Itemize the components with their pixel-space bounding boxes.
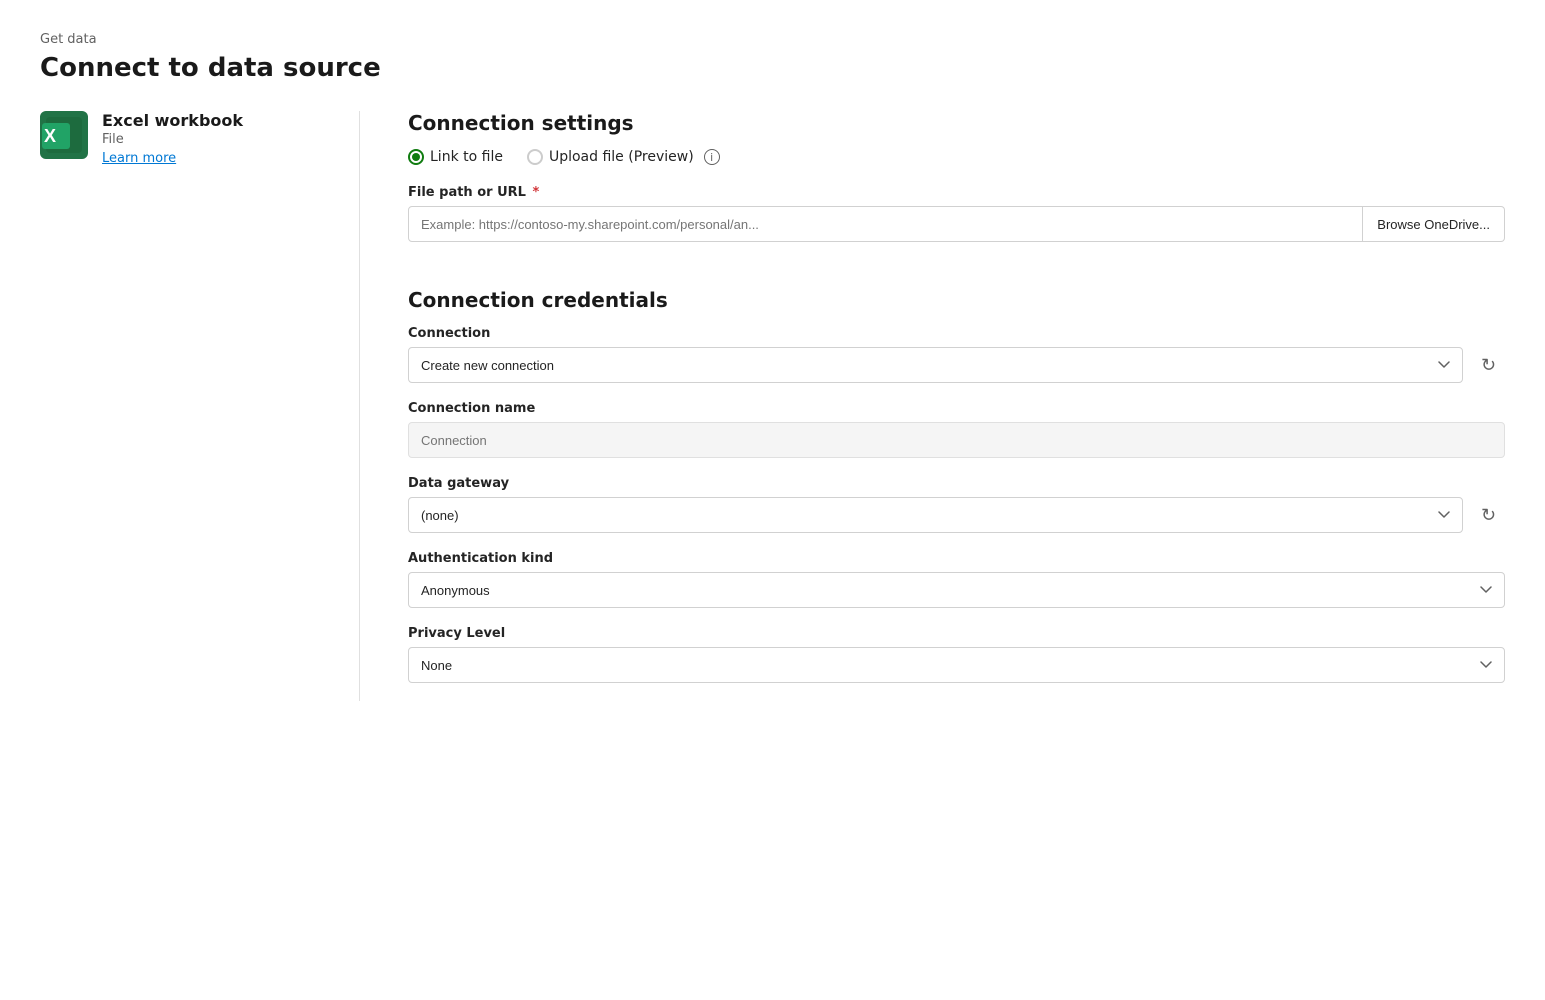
connector-details: Excel workbook File Learn more [102,111,243,166]
file-path-input-row: Browse OneDrive... [408,206,1505,242]
browse-onedrive-button[interactable]: Browse OneDrive... [1363,206,1505,242]
right-panel: Connection settings Link to file Upload … [360,111,1505,701]
connection-label: Connection [408,326,1505,341]
breadcrumb: Get data [40,32,1505,47]
radio-link-icon [408,149,424,165]
left-panel: X X Excel workbook File Learn more [40,111,360,701]
upload-info-icon[interactable]: i [704,149,720,165]
radio-link-to-file[interactable]: Link to file [408,149,503,165]
connection-field-group: Connection Create new connection ↺ [408,326,1505,383]
connector-info: X X Excel workbook File Learn more [40,111,319,166]
radio-upload-file[interactable]: Upload file (Preview) i [527,149,720,165]
page-title: Connect to data source [40,53,1505,83]
auth-kind-label: Authentication kind [408,551,1505,566]
connection-name-field-group: Connection name [408,401,1505,458]
data-gateway-field-group: Data gateway (none) ↺ [408,476,1505,533]
connection-name-label: Connection name [408,401,1505,416]
excel-icon: X X [40,111,88,159]
connection-dropdown-row: Create new connection ↺ [408,347,1505,383]
connection-settings-section: Connection settings Link to file Upload … [408,111,1505,260]
radio-upload-label: Upload file (Preview) [549,149,694,165]
refresh-icon-2: ↺ [1481,505,1496,526]
auth-kind-dropdown[interactable]: Anonymous [408,572,1505,608]
page-container: Get data Connect to data source X X Exce… [0,0,1545,733]
file-path-label: File path or URL * [408,185,1505,200]
required-star: * [528,185,539,200]
connection-credentials-section: Connection credentials Connection Create… [408,288,1505,701]
content-area: X X Excel workbook File Learn more Conne… [40,111,1505,701]
connection-credentials-title: Connection credentials [408,288,1505,312]
radio-upload-icon [527,149,543,165]
radio-group: Link to file Upload file (Preview) i [408,149,1505,165]
data-gateway-dropdown-row: (none) ↺ [408,497,1505,533]
privacy-level-label: Privacy Level [408,626,1505,641]
privacy-level-field-group: Privacy Level None [408,626,1505,683]
file-path-group: File path or URL * Browse OneDrive... [408,185,1505,242]
svg-text:X: X [44,126,56,146]
file-path-input[interactable] [408,206,1363,242]
auth-kind-field-group: Authentication kind Anonymous [408,551,1505,608]
privacy-level-dropdown[interactable]: None [408,647,1505,683]
data-gateway-dropdown[interactable]: (none) [408,497,1463,533]
radio-link-label: Link to file [430,149,503,165]
learn-more-link[interactable]: Learn more [102,151,243,166]
connection-dropdown[interactable]: Create new connection [408,347,1463,383]
data-gateway-label: Data gateway [408,476,1505,491]
refresh-icon: ↺ [1481,355,1496,376]
connection-settings-title: Connection settings [408,111,1505,135]
connector-type: File [102,132,243,147]
connection-name-input[interactable] [408,422,1505,458]
connection-refresh-button[interactable]: ↺ [1473,349,1505,381]
data-gateway-refresh-button[interactable]: ↺ [1473,499,1505,531]
connector-name: Excel workbook [102,111,243,130]
